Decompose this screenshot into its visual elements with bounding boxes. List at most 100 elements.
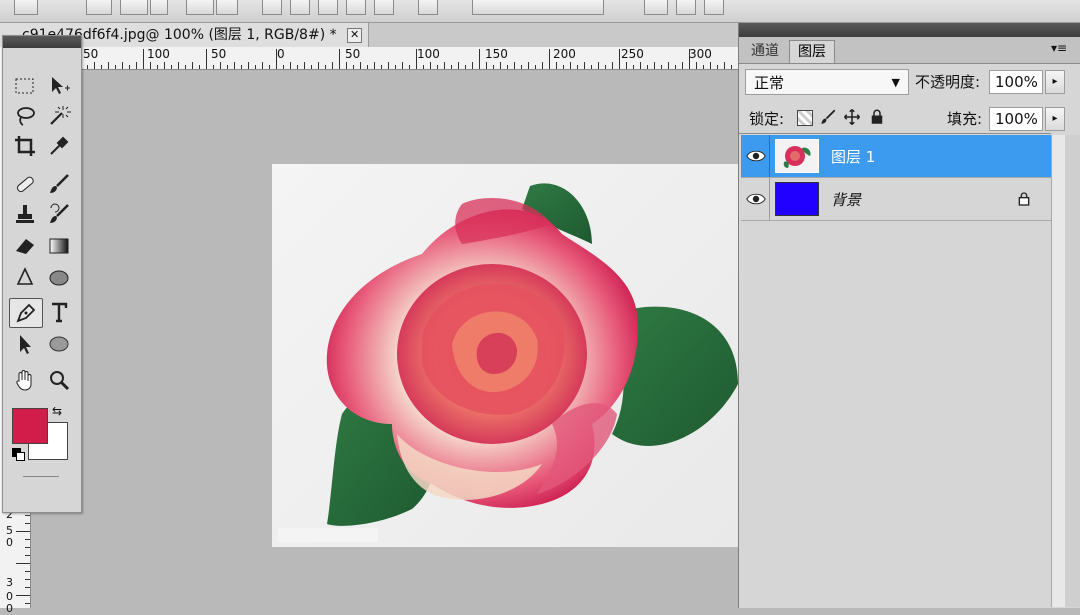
ruler-tick [626, 62, 627, 69]
lock-position-icon[interactable] [843, 108, 861, 126]
ruler-tick [395, 65, 396, 69]
option-button[interactable] [216, 0, 238, 15]
fill-arrow-button[interactable]: ▸ [1045, 107, 1065, 131]
opacity-input[interactable]: 100% [989, 70, 1043, 94]
divider [739, 133, 1051, 134]
option-button[interactable] [186, 0, 214, 15]
type-tool[interactable] [43, 298, 75, 326]
close-icon[interactable]: ✕ [347, 27, 363, 43]
option-button[interactable] [644, 0, 668, 15]
option-button[interactable] [120, 0, 148, 15]
healing-brush-tool[interactable] [9, 170, 41, 198]
ruler-tick [199, 65, 200, 69]
eye-icon[interactable] [745, 145, 767, 167]
option-button[interactable] [676, 0, 696, 15]
eraser-tool[interactable] [9, 232, 41, 260]
type-icon [52, 302, 68, 323]
option-button[interactable] [150, 0, 168, 15]
ruler-tick [353, 65, 354, 69]
option-button[interactable] [418, 0, 438, 15]
ruler-tick [717, 65, 718, 69]
lock-icon [1018, 192, 1030, 206]
ruler-tick [25, 539, 30, 540]
ruler-tick [549, 49, 550, 69]
brush-tool[interactable] [43, 170, 75, 198]
hand-tool[interactable] [9, 366, 41, 394]
foreground-color-swatch[interactable] [12, 408, 48, 444]
eye-icon[interactable] [745, 188, 767, 210]
dodge-tool[interactable] [43, 264, 75, 292]
panel-menu-icon[interactable]: ▾≡ [1051, 41, 1067, 55]
dodge-icon [49, 270, 69, 286]
blend-mode-select[interactable]: 正常 ▼ [745, 69, 909, 95]
lock-transparency-icon[interactable] [797, 110, 813, 126]
tools-panel-header[interactable] [3, 36, 81, 48]
ruler-tick [430, 62, 431, 69]
ruler-label: 0 [6, 602, 13, 615]
ruler-tick [458, 62, 459, 69]
ruler-tick [444, 62, 445, 69]
ruler-tick [311, 65, 312, 69]
ruler-tick [16, 531, 30, 532]
eyedropper-tool[interactable] [43, 132, 75, 160]
ruler-tick [143, 49, 144, 69]
eyedropper-icon [50, 136, 69, 155]
ruler-tick [25, 555, 30, 556]
lasso-tool[interactable] [9, 102, 41, 130]
crop-tool[interactable] [9, 132, 41, 160]
layers-scrollbar[interactable] [1051, 135, 1066, 607]
option-button[interactable] [262, 0, 282, 15]
history-brush-tool[interactable] [43, 200, 75, 228]
default-colors-icon[interactable] [12, 448, 25, 461]
option-button[interactable] [374, 0, 394, 15]
option-button[interactable] [346, 0, 366, 15]
marquee-icon [15, 78, 34, 94]
layer-row-background[interactable]: 背景 [741, 178, 1051, 221]
swap-colors-icon[interactable]: ⇆ [52, 404, 68, 418]
layer-row-layer1[interactable]: 图层 1 [741, 135, 1051, 178]
ellipse-tool[interactable] [43, 330, 75, 358]
zoom-icon [50, 371, 70, 391]
rose-image [278, 183, 738, 542]
option-button[interactable] [318, 0, 338, 15]
option-button[interactable] [290, 0, 310, 15]
auto-add-checkbox[interactable] [472, 0, 604, 15]
ruler-tick [696, 62, 697, 69]
ruler-label: 100 [417, 47, 440, 61]
opacity-arrow-button[interactable]: ▸ [1045, 70, 1065, 94]
lock-pixels-icon[interactable] [819, 108, 837, 126]
document-canvas[interactable] [272, 164, 738, 547]
ruler-tick [437, 65, 438, 69]
rectangular-marquee-tool[interactable] [9, 72, 41, 100]
option-button[interactable] [704, 0, 724, 15]
tab-channels[interactable]: 通道 [743, 40, 787, 62]
blur-tool[interactable] [9, 264, 41, 292]
ruler-label: 250 [621, 47, 644, 61]
tab-layers[interactable]: 图层 [789, 40, 835, 63]
gradient-tool[interactable] [43, 232, 75, 260]
panel-header[interactable] [739, 23, 1080, 37]
gradient-icon [49, 238, 69, 254]
ruler-tick [633, 65, 634, 69]
layer-name[interactable]: 背景 [831, 189, 861, 210]
pen-icon [16, 303, 36, 323]
lock-all-icon[interactable] [869, 108, 885, 126]
history-brush-icon [50, 203, 69, 223]
zoom-tool[interactable] [43, 366, 75, 394]
layer-name[interactable]: 图层 1 [831, 146, 875, 167]
path-selection-tool[interactable] [9, 330, 41, 358]
move-tool[interactable] [43, 72, 75, 100]
option-button[interactable] [86, 0, 112, 15]
fill-input[interactable]: 100% [989, 107, 1043, 131]
rose-thumbnail [783, 146, 811, 168]
ruler-tick [122, 62, 123, 69]
pen-tool[interactable] [9, 298, 43, 328]
ruler-tick [381, 65, 382, 69]
ruler-label: 0 [6, 536, 13, 549]
option-button[interactable] [14, 0, 38, 15]
move-icon [52, 77, 70, 94]
ruler-label: 50 [345, 47, 361, 61]
ruler-tick [535, 65, 536, 69]
magic-wand-tool[interactable] [43, 102, 75, 130]
clone-stamp-tool[interactable] [9, 200, 41, 228]
